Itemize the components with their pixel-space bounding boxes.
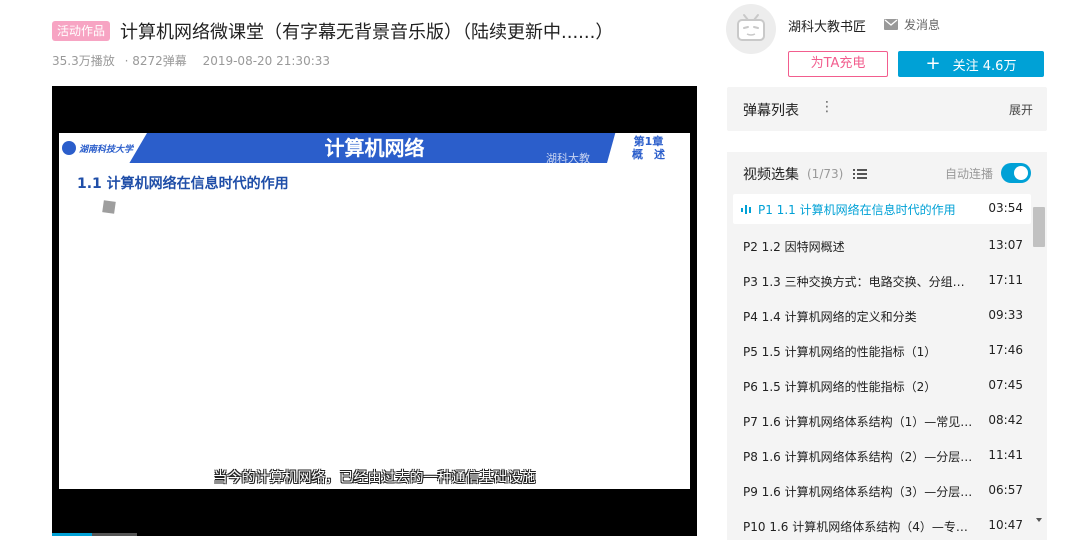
chapter-number: 第1章 bbox=[633, 135, 664, 148]
episode-item[interactable]: P4 1.4 计算机网络的定义和分类 09:33 bbox=[733, 299, 1031, 334]
episode-item[interactable]: P10 1.6 计算机网络体系结构（4）—专用术语 10:47 bbox=[733, 509, 1031, 540]
episode-item[interactable]: P1 1.1 计算机网络在信息时代的作用 03:54 bbox=[733, 194, 1031, 224]
video-meta: 35.3万播放 · 8272弹幕 2019-08-20 21:30:33 bbox=[52, 52, 336, 69]
episode-label: P3 1.3 三种交换方式：电路交换、分组交换和报文交换 bbox=[743, 275, 975, 289]
episode-item[interactable]: P3 1.3 三种交换方式：电路交换、分组交换和报文交换 17:11 bbox=[733, 264, 1031, 299]
episode-item[interactable]: P8 1.6 计算机网络体系结构（2）—分层的必要性 11:41 bbox=[733, 439, 1031, 474]
slide-watermark: 湖科大教 bbox=[546, 152, 590, 165]
slide-title: 计算机网络 bbox=[324, 136, 425, 160]
danmaku-list-bar[interactable]: 弹幕列表 ⋮ 展开 bbox=[727, 87, 1047, 131]
slide-heading: 1.1 计算机网络在信息时代的作用 bbox=[77, 176, 289, 192]
episode-item[interactable]: P2 1.2 因特网概述 13:07 bbox=[733, 229, 1031, 264]
episode-title: 视频选集 bbox=[743, 167, 799, 183]
episode-duration: 13:07 bbox=[988, 238, 1023, 252]
episode-header: 视频选集 (1/73) bbox=[743, 164, 868, 184]
more-options-icon[interactable]: ⋮ bbox=[820, 99, 834, 115]
video-subtitle: 当今的计算机网络，已经由过去的一种通信基础设施 bbox=[213, 470, 536, 486]
episode-duration: 06:57 bbox=[988, 483, 1023, 497]
uploader-avatar[interactable] bbox=[726, 4, 776, 54]
episode-item[interactable]: P9 1.6 计算机网络体系结构（3）—分层思想举例 06:57 bbox=[733, 474, 1031, 509]
video-player[interactable]: 湖南科技大学 计算机网络 湖科大教 第1章 概 述 1.1 计算机网络在信息时代… bbox=[52, 86, 697, 536]
video-title: 计算机网络微课堂（有字幕无背景音乐版）（陆续更新中......） bbox=[120, 22, 614, 43]
plus-icon: + bbox=[925, 53, 941, 74]
charge-button[interactable]: 为TA充电 bbox=[788, 51, 888, 77]
progress-played[interactable] bbox=[52, 533, 92, 536]
episode-label: P6 1.5 计算机网络的性能指标（2） bbox=[743, 380, 937, 394]
episode-duration: 17:46 bbox=[988, 343, 1023, 357]
scroll-down-arrow-icon[interactable] bbox=[1036, 518, 1042, 522]
progress-buffer bbox=[92, 533, 137, 536]
episode-duration: 17:11 bbox=[988, 273, 1023, 287]
autoplay-toggle[interactable] bbox=[1001, 163, 1031, 183]
episode-list: P1 1.1 计算机网络在信息时代的作用 03:54 P2 1.2 因特网概述 13:… bbox=[733, 194, 1031, 540]
episode-duration: 10:47 bbox=[988, 518, 1023, 532]
episode-label: P9 1.6 计算机网络体系结构（3）—分层思想举例 bbox=[743, 485, 975, 499]
episode-item[interactable]: P6 1.5 计算机网络的性能指标（2） 07:45 bbox=[733, 369, 1031, 404]
send-message-label: 发消息 bbox=[904, 18, 941, 32]
activity-badge[interactable]: 活动作品 bbox=[52, 21, 111, 41]
list-view-icon[interactable] bbox=[853, 168, 868, 180]
view-count: 35.3万播放 bbox=[52, 54, 115, 68]
episode-scrollbar[interactable] bbox=[1033, 202, 1045, 536]
episode-label: P8 1.6 计算机网络体系结构（2）—分层的必要性 bbox=[743, 450, 975, 464]
episode-duration: 11:41 bbox=[988, 448, 1023, 462]
episode-item[interactable]: P7 1.6 计算机网络体系结构（1）—常见的计算机网络体系结构 08:42 bbox=[733, 404, 1031, 439]
episode-label: P4 1.4 计算机网络的定义和分类 bbox=[743, 310, 917, 324]
episode-item[interactable]: P5 1.5 计算机网络的性能指标（1） 17:46 bbox=[733, 334, 1031, 369]
episode-count: (1/73) bbox=[807, 167, 844, 181]
uploader-name[interactable]: 湖科大教书匠 bbox=[788, 16, 866, 35]
episode-label: P2 1.2 因特网概述 bbox=[743, 240, 845, 254]
episode-label: P7 1.6 计算机网络体系结构（1）—常见的计算机网络体系结构 bbox=[743, 415, 975, 429]
episode-duration: 03:54 bbox=[988, 201, 1023, 215]
title-row: 活动作品 计算机网络微课堂（有字幕无背景音乐版）（陆续更新中......） bbox=[52, 18, 613, 44]
envelope-icon bbox=[884, 19, 898, 30]
bullet-icon bbox=[102, 200, 116, 214]
episode-duration: 09:33 bbox=[988, 308, 1023, 322]
follow-label: 关注 4.6万 bbox=[952, 58, 1017, 74]
episode-label: P1 1.1 计算机网络在信息时代的作用 bbox=[758, 203, 956, 217]
episode-duration: 07:45 bbox=[988, 378, 1023, 392]
playing-wave-icon bbox=[741, 205, 751, 214]
danmaku-count: · 8272弹幕 bbox=[124, 54, 187, 68]
tv-mascot-icon bbox=[737, 14, 765, 41]
danmaku-list-title: 弹幕列表 bbox=[743, 103, 799, 119]
publish-date: 2019-08-20 21:30:33 bbox=[202, 54, 331, 68]
follow-button[interactable]: + 关注 4.6万 bbox=[898, 51, 1044, 77]
episode-duration: 08:42 bbox=[988, 413, 1023, 427]
scroll-thumb[interactable] bbox=[1033, 207, 1045, 247]
send-message-link[interactable]: 发消息 bbox=[884, 16, 940, 33]
slide-chapter: 第1章 概 述 bbox=[607, 133, 690, 163]
episode-label: P5 1.5 计算机网络的性能指标（1） bbox=[743, 345, 937, 359]
toggle-knob bbox=[1014, 166, 1028, 180]
autoplay-label: 自动连播 bbox=[944, 166, 993, 181]
chapter-name: 概 述 bbox=[632, 148, 665, 161]
episode-label: P10 1.6 计算机网络体系结构（4）—专用术语 bbox=[743, 520, 975, 534]
expand-button[interactable]: 展开 bbox=[1009, 101, 1033, 118]
slide-frame: 湖南科技大学 计算机网络 湖科大教 第1章 概 述 1.1 计算机网络在信息时代… bbox=[59, 133, 690, 489]
autoplay-control: 自动连播 bbox=[945, 163, 1031, 183]
episode-panel: 视频选集 (1/73) 自动连播 P1 1.1 计算机网络在信息时代的作用 03:… bbox=[727, 152, 1047, 540]
